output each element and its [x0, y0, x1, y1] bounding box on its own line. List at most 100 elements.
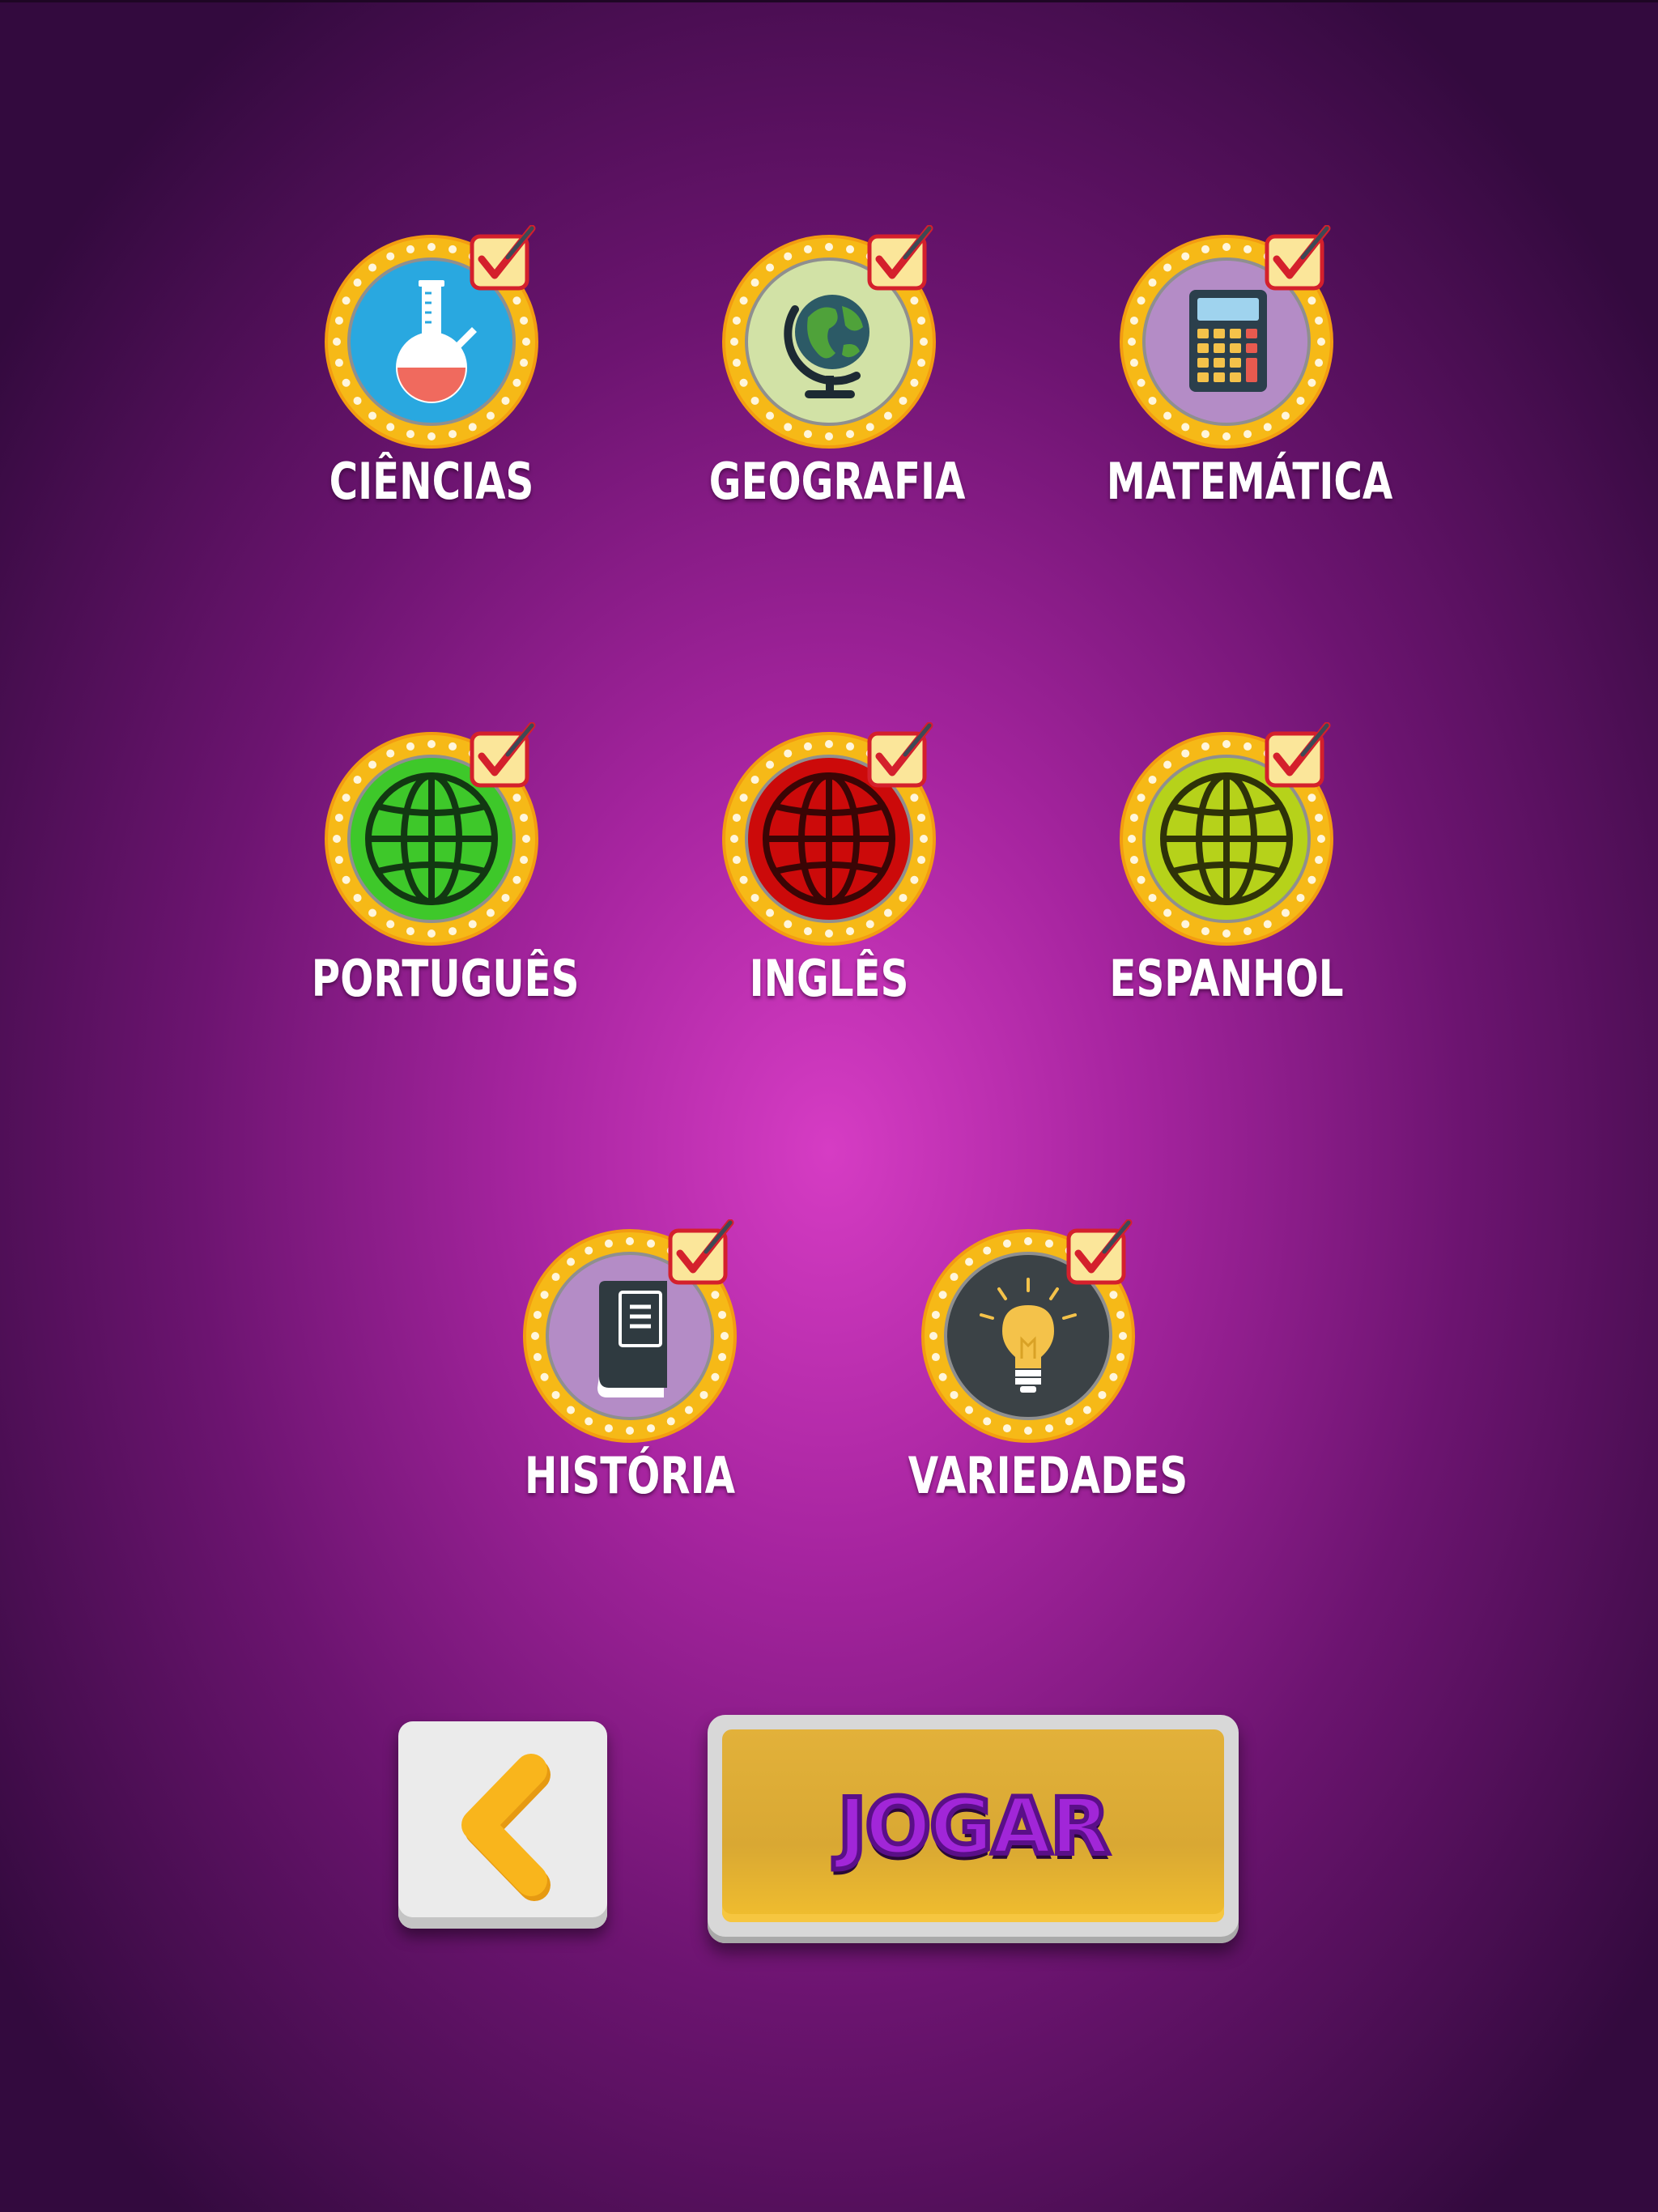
medal-light — [732, 316, 741, 325]
medal-light — [1181, 423, 1190, 432]
medal-light — [1307, 875, 1316, 884]
medal-light — [730, 338, 738, 346]
category-label: MATEMÁTICA — [1106, 452, 1393, 511]
medal-light — [427, 432, 436, 440]
category-geografia[interactable]: GEOGRAFIA — [708, 225, 965, 559]
medal-light — [1244, 430, 1252, 439]
medal-light — [1201, 927, 1209, 936]
medal-light — [825, 432, 833, 440]
medal-light — [910, 296, 919, 305]
medal-light — [1307, 296, 1316, 305]
medal-light — [1307, 793, 1316, 802]
medal-light — [931, 1353, 940, 1362]
medal-light — [512, 875, 521, 884]
medal-light — [1317, 338, 1325, 346]
medal-light — [585, 1417, 593, 1426]
medal-light — [1201, 245, 1209, 253]
medal-light — [1263, 423, 1272, 432]
medal-light — [825, 740, 833, 748]
category-matematica[interactable]: MATEMÁTICA — [1105, 225, 1393, 559]
medal-light — [825, 243, 833, 251]
medal-light — [585, 1246, 593, 1255]
medal-light — [732, 813, 741, 822]
medal-light — [1002, 1239, 1011, 1248]
category-variedades[interactable]: VARIEDADES — [907, 1219, 1188, 1553]
category-label: INGLÊS — [749, 949, 909, 1008]
medal-light — [1116, 1353, 1125, 1362]
medal-light — [1222, 432, 1231, 440]
category-label: ESPANHOL — [1109, 949, 1344, 1008]
medal-light — [1045, 1424, 1054, 1433]
category-medal — [325, 722, 538, 946]
medal-light — [910, 378, 919, 387]
medal-light — [920, 835, 928, 843]
medal-light — [929, 1332, 937, 1340]
medal-light — [846, 430, 855, 439]
medal-light — [718, 1353, 727, 1362]
category-ingles[interactable]: INGLÊS — [708, 722, 950, 1056]
medal-light — [1244, 742, 1252, 751]
play-button-face: JOGAR — [722, 1729, 1224, 1922]
category-portugues[interactable]: PORTUGUÊS — [310, 722, 580, 1056]
medal-light — [711, 1372, 720, 1381]
play-button-label: JOGAR — [835, 1779, 1112, 1874]
medal-light — [1315, 813, 1324, 822]
medal-light — [1129, 359, 1138, 368]
medal-light — [512, 296, 521, 305]
medal-light — [1002, 1424, 1011, 1433]
medal-light — [1244, 927, 1252, 936]
category-medal — [921, 1219, 1135, 1443]
medal-light — [626, 1427, 634, 1435]
category-ciencias[interactable]: CIÊNCIAS — [310, 225, 553, 559]
medal-light — [333, 338, 341, 346]
medal-light — [386, 252, 395, 261]
play-button[interactable]: JOGAR — [708, 1715, 1239, 1943]
chevron-left-icon — [461, 1754, 551, 1901]
back-button[interactable] — [398, 1721, 607, 1929]
medal-light — [1129, 813, 1138, 822]
medal-light — [1263, 920, 1272, 929]
medal-light — [1109, 1372, 1118, 1381]
category-espanhol[interactable]: ESPANHOL — [1105, 722, 1348, 1056]
category-label: PORTUGUÊS — [311, 949, 580, 1008]
medal-light — [531, 1332, 539, 1340]
medal-light — [1137, 378, 1146, 387]
medal-light — [917, 359, 926, 368]
medal-light — [427, 929, 436, 938]
medal-light — [983, 1246, 992, 1255]
medal-light — [739, 875, 748, 884]
medal-light — [533, 1353, 542, 1362]
medal-light — [386, 749, 395, 758]
medal-light — [1201, 742, 1209, 751]
medal-light — [604, 1239, 613, 1248]
medal-light — [730, 835, 738, 843]
medal-light — [520, 359, 529, 368]
medal-light — [1137, 875, 1146, 884]
medal-light — [739, 378, 748, 387]
medal-light — [846, 927, 855, 936]
category-historia[interactable]: HISTÓRIA — [508, 1219, 751, 1553]
medal-light — [342, 296, 351, 305]
medal-light — [865, 920, 874, 929]
medal-light — [1045, 1239, 1054, 1248]
medal-light — [718, 1310, 727, 1319]
category-medal — [722, 225, 936, 449]
medal-light — [522, 835, 530, 843]
medal-light — [983, 1417, 992, 1426]
medal-light — [522, 338, 530, 346]
medal-light — [520, 316, 529, 325]
medal-light — [666, 1417, 675, 1426]
medal-light — [1128, 835, 1136, 843]
medal-light — [910, 875, 919, 884]
category-medal — [325, 225, 538, 449]
medal-light — [427, 740, 436, 748]
medal-light — [342, 875, 351, 884]
medal-light — [1222, 740, 1231, 748]
medal-light — [1065, 1417, 1073, 1426]
medal-light — [1244, 245, 1252, 253]
medal-light — [1119, 1332, 1127, 1340]
medal-light — [739, 793, 748, 802]
medal-light — [910, 793, 919, 802]
checkmark-icon — [470, 225, 536, 291]
medal-light — [1222, 243, 1231, 251]
